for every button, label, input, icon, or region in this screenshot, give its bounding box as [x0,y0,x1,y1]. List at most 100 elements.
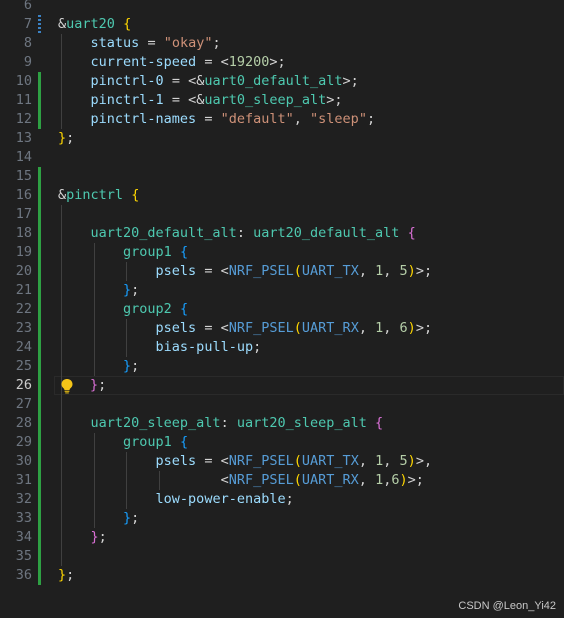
line-number: 31 [15,472,32,488]
change-gutter-marker[interactable] [38,338,41,357]
change-gutter-marker[interactable] [38,224,41,243]
line-number: 35 [15,548,32,564]
code-text: }; [58,567,75,583]
code-line[interactable]: 23 psels = <NRF_PSEL(UART_RX, 1, 6)>; [0,319,564,338]
line-number: 19 [15,244,32,260]
change-gutter-marker[interactable] [38,262,41,281]
code-line[interactable]: 19 group1 { [0,243,564,262]
code-text: &pinctrl { [58,187,140,203]
change-gutter-marker[interactable] [38,395,41,414]
code-line[interactable]: 13}; [0,129,564,148]
line-number: 29 [15,434,32,450]
line-number: 27 [15,396,32,412]
change-gutter-marker[interactable] [38,376,41,395]
code-text: pinctrl-0 = <&uart0_default_alt>; [90,73,359,89]
code-line[interactable]: 12 pinctrl-names = "default", "sleep"; [0,110,564,129]
change-gutter-marker[interactable] [38,186,41,205]
indent-guide [61,205,62,224]
code-line[interactable]: 28 uart20_sleep_alt: uart20_sleep_alt { [0,414,564,433]
line-number: 24 [15,339,32,355]
code-text: psels = <NRF_PSEL(UART_TX, 1, 5)>, [155,453,433,469]
line-number: 6 [23,0,32,13]
code-line[interactable]: 15 [0,167,564,186]
code-line[interactable]: 11 pinctrl-1 = <&uart0_sleep_alt>; [0,91,564,110]
code-text: }; [90,377,107,393]
change-gutter-marker[interactable] [38,433,41,452]
line-number: 28 [15,415,32,431]
code-text: group1 { [123,244,189,260]
code-line[interactable]: 6 [0,0,564,15]
change-gutter-marker[interactable] [38,243,41,262]
code-line[interactable]: 25 }; [0,357,564,376]
line-number: 18 [15,225,32,241]
line-number: 15 [15,168,32,184]
code-line[interactable]: 20 psels = <NRF_PSEL(UART_TX, 1, 5)>; [0,262,564,281]
line-number: 22 [15,301,32,317]
change-gutter-marker[interactable] [38,357,41,376]
code-line[interactable]: 32 low-power-enable; [0,490,564,509]
code-line[interactable]: 33 }; [0,509,564,528]
code-text: }; [90,529,107,545]
code-line[interactable]: 29 group1 { [0,433,564,452]
code-line[interactable]: 36}; [0,566,564,585]
change-gutter-marker[interactable] [38,528,41,547]
line-number: 17 [15,206,32,222]
change-gutter-marker[interactable] [38,110,41,129]
code-text: <NRF_PSEL(UART_RX, 1,6)>; [220,472,424,488]
line-number: 33 [15,510,32,526]
code-text: }; [123,282,140,298]
change-gutter-marker[interactable] [38,547,41,566]
code-line[interactable]: 8 status = "okay"; [0,34,564,53]
code-line[interactable]: 16 &pinctrl { [0,186,564,205]
line-number: 14 [15,149,32,165]
change-gutter-marker[interactable] [38,509,41,528]
change-gutter-marker[interactable] [38,414,41,433]
line-number: 21 [15,282,32,298]
change-gutter-marker[interactable] [38,72,41,91]
code-line[interactable]: 17 [0,205,564,224]
change-gutter-marker[interactable] [38,452,41,471]
change-gutter-marker[interactable] [38,300,41,319]
change-gutter-marker[interactable] [38,15,41,34]
code-text: psels = <NRF_PSEL(UART_TX, 1, 5)>; [155,263,433,279]
change-gutter-marker[interactable] [38,319,41,338]
code-line[interactable]: 9 current-speed = <19200>; [0,53,564,72]
change-gutter-marker[interactable] [38,281,41,300]
line-number: 25 [15,358,32,374]
change-gutter-marker[interactable] [38,91,41,110]
code-text: group2 { [123,301,189,317]
indent-guide [61,547,62,566]
code-text: }; [123,510,140,526]
code-line[interactable]: 24 bias-pull-up; [0,338,564,357]
code-text: psels = <NRF_PSEL(UART_RX, 1, 6)>; [155,320,433,336]
code-line[interactable]: 22 group2 { [0,300,564,319]
watermark: CSDN @Leon_Yi42 [458,600,556,612]
code-text: pinctrl-1 = <&uart0_sleep_alt>; [90,92,343,108]
code-line[interactable]: 27 [0,395,564,414]
code-line[interactable]: 31 <NRF_PSEL(UART_RX, 1,6)>; [0,471,564,490]
change-gutter-marker[interactable] [38,205,41,224]
code-editor[interactable]: 6 7 &uart20 {8 status = "okay"; 9 current-s… [0,0,564,618]
current-line-highlight [54,376,564,395]
code-line[interactable]: 7 &uart20 { [0,15,564,34]
code-line[interactable]: 35 [0,547,564,566]
code-line[interactable]: 21 }; [0,281,564,300]
code-text: bias-pull-up; [155,339,262,355]
change-gutter-marker[interactable] [38,490,41,509]
code-line[interactable]: 14 [0,148,564,167]
code-text: current-speed = <19200>; [90,54,286,70]
code-text: uart20_sleep_alt: uart20_sleep_alt { [90,415,384,431]
change-gutter-marker[interactable] [38,471,41,490]
code-line[interactable]: 30 psels = <NRF_PSEL(UART_TX, 1, 5)>, [0,452,564,471]
code-text: }; [123,358,140,374]
line-number: 30 [15,453,32,469]
lightbulb-icon[interactable] [60,378,74,394]
code-line[interactable]: 10 pinctrl-0 = <&uart0_default_alt>; [0,72,564,91]
line-number: 7 [23,16,32,32]
change-gutter-marker[interactable] [38,167,41,186]
code-line[interactable]: 26}; [0,376,564,395]
code-line[interactable]: 18 uart20_default_alt: uart20_default_al… [0,224,564,243]
line-number: 16 [15,187,32,203]
change-gutter-marker[interactable] [38,566,41,585]
code-line[interactable]: 34 }; [0,528,564,547]
